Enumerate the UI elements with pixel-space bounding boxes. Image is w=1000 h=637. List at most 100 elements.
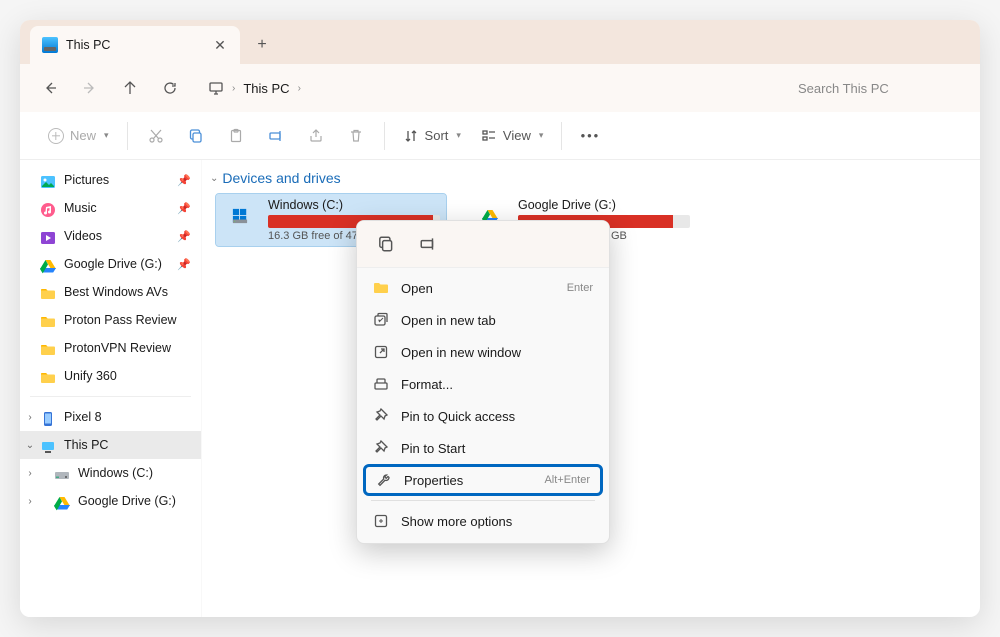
context-menu-item-pin-to-start[interactable]: Pin to Start (363, 432, 603, 464)
folder-icon (40, 370, 56, 383)
context-menu-item-pin-to-quick-access[interactable]: Pin to Quick access (363, 400, 603, 432)
sidebar-item-label: ProtonVPN Review (64, 341, 191, 355)
separator (561, 122, 562, 150)
context-menu-quick-actions (357, 221, 609, 268)
sidebar-quick-item[interactable]: Google Drive (G:) 📌 (20, 250, 201, 278)
navigation-pane[interactable]: Pictures 📌 Music 📌 Videos 📌 Google Drive… (20, 160, 202, 617)
copy-button[interactable] (178, 119, 214, 153)
folder-icon (40, 342, 56, 355)
context-menu-label: Open in new tab (401, 313, 581, 328)
rename-button[interactable] (417, 233, 439, 255)
cut-button[interactable] (138, 119, 174, 153)
context-menu-shortcut: Enter (567, 282, 593, 294)
rename-icon (268, 128, 284, 144)
sort-button[interactable]: Sort ▾ (395, 119, 469, 153)
context-menu-item-show-more-options[interactable]: Show more options (363, 505, 603, 537)
drive-name: Windows (C:) (268, 198, 440, 212)
more-button[interactable]: ••• (572, 119, 608, 153)
sidebar-tree-item[interactable]: › Pixel 8 (20, 403, 201, 431)
back-button[interactable] (32, 70, 68, 106)
new-tab-button[interactable]: + (246, 29, 278, 61)
sidebar-tree-item[interactable]: › Google Drive (G:) (20, 487, 201, 515)
tab-this-pc[interactable]: This PC ✕ (30, 26, 240, 64)
context-menu-item-format[interactable]: Format... (363, 368, 603, 400)
sidebar-quick-item[interactable]: Music 📌 (20, 194, 201, 222)
format-icon (373, 376, 389, 392)
context-menu-item-open-in-new-window[interactable]: Open in new window (363, 336, 603, 368)
context-menu-label: Show more options (401, 514, 581, 529)
gdrive-icon (40, 258, 56, 271)
sidebar-item-label: Pixel 8 (64, 410, 191, 424)
sidebar-quick-item[interactable]: ProtonVPN Review (20, 334, 201, 362)
folder-icon (40, 314, 56, 327)
sidebar-item-label: Google Drive (G:) (64, 257, 169, 271)
arrow-right-icon (82, 80, 98, 96)
folder-icon (40, 286, 56, 299)
sidebar-tree-item[interactable]: › Windows (C:) (20, 459, 201, 487)
chevron-icon: › (298, 83, 301, 94)
paste-button[interactable] (218, 119, 254, 153)
navigation-bar: › This PC › Search This PC (20, 64, 980, 112)
sidebar-item-label: Videos (64, 229, 169, 243)
search-box[interactable]: Search This PC (788, 71, 968, 105)
sort-label: Sort (425, 128, 449, 143)
sidebar-item-label: Google Drive (G:) (78, 494, 191, 508)
sort-icon (403, 128, 419, 144)
address-bar[interactable]: › This PC › (200, 71, 776, 105)
context-menu-shortcut: Alt+Enter (544, 474, 590, 486)
separator (371, 500, 595, 501)
expand-icon[interactable]: › (24, 496, 36, 507)
music-icon (40, 202, 56, 215)
trash-icon (348, 128, 364, 144)
section-header-devices[interactable]: ⌄ Devices and drives (210, 170, 966, 186)
context-menu-label: Pin to Start (401, 441, 581, 456)
chevron-down-icon: ▾ (539, 130, 544, 141)
pictures-icon (40, 174, 56, 187)
expand-icon[interactable]: › (24, 468, 36, 479)
copy-icon (188, 128, 204, 144)
sidebar-item-label: Windows (C:) (78, 466, 191, 480)
expand-icon[interactable]: ⌄ (24, 440, 36, 451)
search-placeholder: Search This PC (798, 81, 889, 96)
new-tab-icon (373, 312, 389, 328)
sidebar-quick-item[interactable]: Best Windows AVs (20, 278, 201, 306)
sidebar-quick-item[interactable]: Pictures 📌 (20, 166, 201, 194)
close-tab-button[interactable]: ✕ (212, 37, 228, 53)
rename-button[interactable] (258, 119, 294, 153)
separator (127, 122, 128, 150)
expand-icon[interactable]: › (24, 412, 36, 423)
videos-icon (40, 230, 56, 243)
sidebar-item-label: Proton Pass Review (64, 313, 191, 327)
sidebar-item-label: Pictures (64, 173, 169, 187)
refresh-button[interactable] (152, 70, 188, 106)
up-button[interactable] (112, 70, 148, 106)
sidebar-quick-item[interactable]: Proton Pass Review (20, 306, 201, 334)
pin-icon: 📌 (177, 202, 191, 215)
new-label: New (70, 128, 96, 143)
view-label: View (503, 128, 531, 143)
sidebar-quick-item[interactable]: Unify 360 (20, 362, 201, 390)
chevron-down-icon: ⌄ (210, 173, 218, 184)
view-button[interactable]: View ▾ (473, 119, 551, 153)
sidebar-item-label: Best Windows AVs (64, 285, 191, 299)
tab-title: This PC (66, 38, 204, 52)
breadcrumb-location[interactable]: This PC (243, 81, 289, 96)
gdrive-icon (54, 495, 70, 508)
command-bar: New ▾ Sort ▾ View ▾ (20, 112, 980, 160)
chevron-icon: › (232, 83, 235, 94)
sidebar-tree-item[interactable]: ⌄ This PC (20, 431, 201, 459)
context-menu-label: Open in new window (401, 345, 581, 360)
new-button[interactable]: New ▾ (40, 119, 117, 153)
context-menu-label: Open (401, 281, 555, 296)
context-menu-item-properties[interactable]: Properties Alt+Enter (363, 464, 603, 496)
copy-button[interactable] (375, 233, 397, 255)
view-icon (481, 128, 497, 144)
context-menu: Open Enter Open in new tab Open in new w… (356, 220, 610, 544)
delete-button[interactable] (338, 119, 374, 153)
context-menu-item-open-in-new-tab[interactable]: Open in new tab (363, 304, 603, 336)
sidebar-item-label: This PC (64, 438, 191, 452)
sidebar-quick-item[interactable]: Videos 📌 (20, 222, 201, 250)
context-menu-item-open[interactable]: Open Enter (363, 272, 603, 304)
share-button[interactable] (298, 119, 334, 153)
titlebar: This PC ✕ + (20, 20, 980, 64)
